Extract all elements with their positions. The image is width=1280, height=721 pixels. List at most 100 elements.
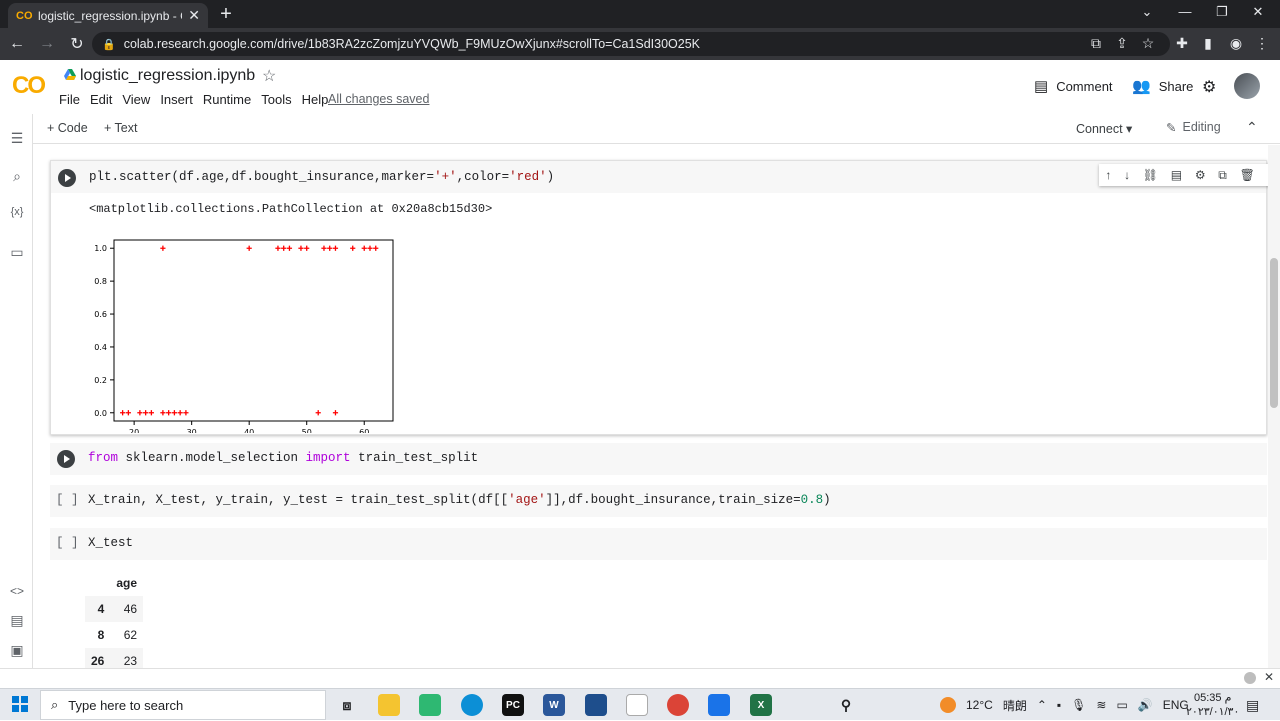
wifi-icon[interactable]: ≋ bbox=[1096, 698, 1106, 712]
cell-code[interactable]: from sklearn.model_selection import trai… bbox=[88, 451, 478, 465]
word-icon[interactable]: W bbox=[543, 694, 565, 716]
menu-runtime[interactable]: Runtime bbox=[203, 92, 251, 107]
code-string: '+' bbox=[434, 170, 457, 184]
files-folder-icon[interactable]: ▭ bbox=[6, 244, 28, 261]
user-avatar[interactable] bbox=[1234, 73, 1260, 99]
bookmark-star-icon[interactable]: ☆ bbox=[1138, 35, 1158, 52]
battery-icon[interactable]: ▭ bbox=[1116, 698, 1127, 712]
browser-tab[interactable]: CO logistic_regression.ipynb - Colab ✕ bbox=[8, 3, 208, 28]
connect-button[interactable]: Connect ▾ bbox=[1076, 121, 1132, 136]
minimize-icon[interactable]: — bbox=[1170, 4, 1200, 19]
tab-search-icon[interactable]: ⌄ bbox=[1132, 4, 1162, 20]
add-code-button[interactable]: + Code bbox=[47, 121, 88, 135]
edge-browser-icon[interactable] bbox=[461, 694, 483, 716]
cell-settings-icon[interactable]: ⚙ bbox=[1195, 168, 1206, 182]
run-cell-button[interactable] bbox=[58, 169, 76, 187]
collapse-header-chevron-icon[interactable]: ⌃ bbox=[1246, 119, 1258, 136]
menu-edit[interactable]: Edit bbox=[90, 92, 112, 107]
close-window-icon[interactable]: ✕ bbox=[1243, 4, 1273, 20]
notifications-icon[interactable]: ▤ bbox=[1246, 697, 1259, 714]
new-tab-icon[interactable]: + bbox=[216, 3, 236, 26]
menu-tools[interactable]: Tools bbox=[261, 92, 291, 107]
terminal-icon[interactable]: ▣ bbox=[6, 642, 28, 659]
taskbar-clock[interactable]: 05:35 م ٢٠٢٣/٠١/٣٠ bbox=[1186, 691, 1239, 719]
move-down-icon[interactable]: ↓ bbox=[1124, 168, 1130, 182]
move-up-icon[interactable]: ↑ bbox=[1105, 168, 1111, 182]
menu-insert[interactable]: Insert bbox=[160, 92, 193, 107]
notebook-name[interactable]: logistic_regression.ipynb bbox=[80, 67, 255, 85]
row-index: 8 bbox=[85, 622, 110, 648]
menu-view[interactable]: View bbox=[122, 92, 150, 107]
command-palette-icon[interactable]: ▤ bbox=[6, 612, 28, 629]
dropdown-arrow-icon[interactable]: ▾ bbox=[1126, 122, 1132, 136]
temperature[interactable]: 12°C bbox=[966, 698, 993, 712]
scatter-plot: 20304050600.00.20.40.60.81.0 bbox=[89, 233, 409, 433]
cell-run-bracket[interactable]: [ ] bbox=[56, 493, 79, 507]
windows-start-icon[interactable] bbox=[12, 696, 28, 712]
code-cell-xtest[interactable]: [ ] X_test bbox=[50, 528, 1267, 560]
scrollbar-thumb[interactable] bbox=[1270, 258, 1278, 408]
chevron-up-icon[interactable]: ⌃ bbox=[1037, 698, 1047, 712]
colab-logo[interactable]: CO bbox=[12, 72, 44, 100]
link-icon[interactable]: ⛓ bbox=[1143, 168, 1158, 182]
app-icon[interactable] bbox=[585, 694, 607, 716]
menu-help[interactable]: Help bbox=[302, 92, 329, 107]
microphone-icon[interactable]: 🎙 bbox=[1071, 698, 1086, 712]
mirror-cell-icon[interactable]: ⧉ bbox=[1218, 168, 1227, 183]
volume-icon[interactable]: 🔊 bbox=[1138, 698, 1153, 712]
active-app-icon[interactable] bbox=[708, 694, 730, 716]
share-page-icon[interactable]: ⇪ bbox=[1112, 35, 1132, 52]
notepad-icon[interactable] bbox=[626, 694, 648, 716]
cell-run-bracket[interactable]: [ ] bbox=[56, 536, 79, 550]
file-explorer-icon[interactable] bbox=[378, 694, 400, 716]
close-tab-icon[interactable]: ✕ bbox=[188, 7, 200, 24]
clock-time: 05:35 م bbox=[1186, 691, 1239, 705]
comment-button[interactable]: ▤ Comment bbox=[1034, 77, 1113, 95]
pycharm-icon[interactable]: PC bbox=[502, 694, 524, 716]
table-of-contents-icon[interactable]: ☰ bbox=[6, 130, 28, 147]
language-indicator[interactable]: ENG bbox=[1163, 698, 1189, 712]
tray-app-icon[interactable]: ▪ bbox=[1057, 698, 1061, 712]
code-snippets-icon[interactable]: <> bbox=[6, 584, 28, 598]
row-index: 26 bbox=[85, 648, 110, 668]
address-bar[interactable]: 🔒 colab.research.google.com/drive/1b83RA… bbox=[92, 32, 1170, 56]
variables-icon[interactable]: {x} bbox=[6, 206, 28, 218]
maximize-icon[interactable]: ❐ bbox=[1207, 4, 1237, 20]
code-cell-import[interactable]: from sklearn.model_selection import trai… bbox=[50, 443, 1267, 475]
cell-code[interactable]: X_train, X_test, y_train, y_test = train… bbox=[88, 493, 831, 507]
cell-code[interactable]: plt.scatter(df.age,df.bought_insurance,m… bbox=[89, 170, 554, 184]
reload-icon[interactable]: ↻ bbox=[64, 34, 90, 54]
cell-code[interactable]: X_test bbox=[88, 536, 133, 550]
back-arrow-icon[interactable]: ← bbox=[4, 35, 30, 53]
browser-menu-icon[interactable]: ⋮ bbox=[1252, 35, 1272, 52]
people-icon[interactable]: ⚲ bbox=[835, 694, 857, 716]
translate-icon[interactable]: ⧉ bbox=[1086, 35, 1106, 52]
code-cell-scatter[interactable]: plt.scatter(df.age,df.bought_insurance,m… bbox=[50, 160, 1267, 435]
chrome-icon[interactable] bbox=[667, 694, 689, 716]
save-status[interactable]: All changes saved bbox=[328, 92, 429, 106]
settings-gear-icon[interactable]: ⚙ bbox=[1202, 77, 1216, 97]
taskbar-search[interactable]: ⌕ Type here to search bbox=[40, 690, 326, 720]
weather-sun-icon[interactable] bbox=[940, 697, 956, 713]
star-icon[interactable]: ☆ bbox=[262, 66, 276, 86]
close-status-icon[interactable]: ✕ bbox=[1264, 670, 1274, 684]
comment-icon[interactable]: ▤ bbox=[1171, 168, 1182, 182]
add-text-button[interactable]: + Text bbox=[104, 121, 137, 135]
search-icon[interactable]: ⌕ bbox=[6, 168, 28, 185]
sidebar-panel-icon[interactable]: ▮ bbox=[1198, 35, 1218, 52]
profile-avatar-icon[interactable]: ◉ bbox=[1226, 35, 1246, 52]
task-view-icon[interactable]: ⧈ bbox=[336, 694, 358, 716]
code-cell-split[interactable]: [ ] X_train, X_test, y_train, y_test = t… bbox=[50, 485, 1267, 517]
forward-arrow-icon[interactable]: → bbox=[34, 35, 60, 53]
menu-file[interactable]: File bbox=[59, 92, 80, 107]
wechat-icon[interactable] bbox=[419, 694, 441, 716]
extensions-puzzle-icon[interactable]: ✚ bbox=[1172, 35, 1192, 52]
run-cell-button[interactable] bbox=[57, 450, 75, 468]
delete-icon[interactable]: 🗑 bbox=[1240, 168, 1255, 182]
share-button[interactable]: 👥 Share bbox=[1132, 77, 1193, 95]
excel-icon[interactable]: X bbox=[750, 694, 772, 716]
editing-mode-button[interactable]: ✎Editing bbox=[1166, 120, 1221, 135]
url-text[interactable]: colab.research.google.com/drive/1b83RA2z… bbox=[124, 37, 700, 51]
lock-icon: 🔒 bbox=[102, 38, 116, 51]
weather-text[interactable]: 晴朗 bbox=[1003, 697, 1027, 714]
